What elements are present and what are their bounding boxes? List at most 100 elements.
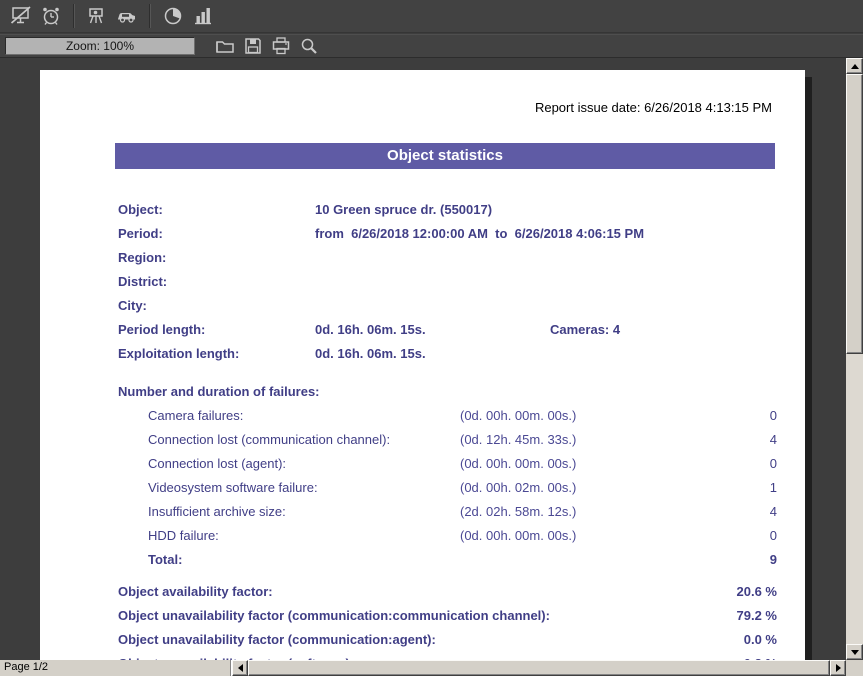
failure-count: 0 (727, 452, 777, 476)
field-label: District: (118, 270, 315, 294)
camera-button[interactable] (83, 2, 111, 30)
field-label: City: (118, 294, 315, 318)
failure-label: Camera failures: (148, 404, 460, 428)
failures-heading: Number and duration of failures: (118, 380, 777, 404)
report-title-banner: Object statistics (115, 143, 775, 169)
vertical-scroll-thumb[interactable] (846, 74, 863, 354)
scroll-right-button[interactable] (830, 660, 846, 676)
failures-table: Camera failures: (0d. 00h. 00m. 00s.) 0 … (118, 404, 777, 572)
field-value: 0d. 16h. 06m. 15s. (315, 342, 426, 366)
field-city: City: (118, 294, 777, 318)
factor-label: Object availability factor: (118, 580, 707, 604)
monitor-button[interactable] (7, 2, 35, 30)
table-row: Insufficient archive size: (2d. 02h. 58m… (118, 500, 777, 524)
car-icon (116, 5, 138, 27)
toolbar-separator (149, 4, 151, 28)
page-indicator: Page 1/2 (0, 660, 230, 676)
alarm-clock-icon (40, 5, 62, 27)
total-label: Total: (148, 548, 727, 572)
pie-chart-icon (162, 5, 184, 27)
factor-row: Object availability factor: 20.6 % (118, 580, 777, 604)
factor-label: Object unavailability factor (software): (118, 652, 707, 660)
field-district: District: (118, 270, 777, 294)
table-row: HDD failure: (0d. 00h. 00m. 00s.) 0 (118, 524, 777, 548)
field-region: Region: (118, 246, 777, 270)
zoom-level[interactable]: Zoom: 100% (5, 37, 195, 55)
summary-fields: Object: 10 Green spruce dr. (550017) Per… (118, 198, 777, 366)
factor-label: Object unavailability factor (communicat… (118, 604, 707, 628)
failure-count: 4 (727, 428, 777, 452)
status-bar: Page 1/2 (0, 660, 863, 676)
field-label: Period: (118, 222, 315, 246)
field-label: Object: (118, 198, 315, 222)
scrollbar-corner (846, 660, 863, 676)
field-value: 10 Green spruce dr. (550017) (315, 198, 492, 222)
horizontal-scroll-thumb[interactable] (248, 660, 830, 676)
failure-count: 0 (727, 404, 777, 428)
bar-chart-button[interactable] (189, 2, 217, 30)
field-label: Region: (118, 246, 315, 270)
scroll-up-button[interactable] (846, 58, 863, 74)
failure-duration: (0d. 00h. 00m. 00s.) (460, 452, 727, 476)
failure-label: Videosystem software failure: (148, 476, 460, 500)
failure-label: HDD failure: (148, 524, 460, 548)
cameras-count: Cameras: 4 (550, 318, 620, 342)
failure-label: Connection lost (communication channel): (148, 428, 460, 452)
save-icon (243, 36, 263, 56)
left-arrow-icon (238, 664, 243, 672)
main-toolbar (0, 0, 863, 33)
preview-button[interactable] (296, 35, 322, 57)
report-issue-date: Report issue date: 6/26/2018 4:13:15 PM (40, 100, 772, 116)
table-row: Connection lost (agent): (0d. 00h. 00m. … (118, 452, 777, 476)
report-viewer-window: Zoom: 100% (0, 0, 863, 676)
field-label: Period length: (118, 318, 315, 342)
failure-duration: (0d. 00h. 02m. 00s.) (460, 476, 727, 500)
field-period-length: Period length: 0d. 16h. 06m. 15s. Camera… (118, 318, 777, 342)
print-icon (271, 36, 291, 56)
factor-value: 20.6 % (707, 580, 777, 604)
scroll-down-button[interactable] (846, 644, 863, 660)
failure-duration: (2d. 02h. 58m. 12s.) (460, 500, 727, 524)
table-row: Camera failures: (0d. 00h. 00m. 00s.) 0 (118, 404, 777, 428)
vertical-scrollbar[interactable] (846, 58, 863, 660)
failure-count: 4 (727, 500, 777, 524)
alarm-clock-button[interactable] (37, 2, 65, 30)
horizontal-scrollbar[interactable] (232, 660, 846, 676)
failure-duration: (0d. 00h. 00m. 00s.) (460, 524, 727, 548)
car-button[interactable] (113, 2, 141, 30)
report-title: Object statistics (387, 147, 503, 164)
scroll-left-button[interactable] (232, 660, 248, 676)
viewer-toolbar: Zoom: 100% (0, 34, 863, 58)
report-preview-area: Report issue date: 6/26/2018 4:13:15 PM … (0, 58, 846, 660)
bar-chart-icon (192, 5, 214, 27)
pie-chart-button[interactable] (159, 2, 187, 30)
factor-row: Object unavailability factor (software):… (118, 652, 777, 660)
field-value: from 6/26/2018 12:00:00 AM to 6/26/2018 … (315, 222, 644, 246)
up-arrow-icon (851, 64, 859, 69)
factor-value: 79.2 % (707, 604, 777, 628)
factor-row: Object unavailability factor (communicat… (118, 604, 777, 628)
table-row: Connection lost (communication channel):… (118, 428, 777, 452)
field-value: 0d. 16h. 06m. 15s. (315, 318, 426, 342)
failure-duration: (0d. 00h. 00m. 00s.) (460, 404, 727, 428)
factor-row: Object unavailability factor (communicat… (118, 628, 777, 652)
print-button[interactable] (268, 35, 294, 57)
factor-label: Object unavailability factor (communicat… (118, 628, 707, 652)
field-object: Object: 10 Green spruce dr. (550017) (118, 198, 777, 222)
report-page: Report issue date: 6/26/2018 4:13:15 PM … (40, 70, 805, 660)
save-button[interactable] (240, 35, 266, 57)
open-button[interactable] (212, 35, 238, 57)
monitor-off-icon (10, 5, 32, 27)
down-arrow-icon (851, 650, 859, 655)
table-row: Videosystem software failure: (0d. 00h. … (118, 476, 777, 500)
factors-section: Object availability factor: 20.6 % Objec… (118, 580, 777, 660)
failure-count: 0 (727, 524, 777, 548)
factor-value: 0.2 % (707, 652, 777, 660)
right-arrow-icon (836, 664, 841, 672)
report-body: Object: 10 Green spruce dr. (550017) Per… (118, 198, 777, 660)
toolbar-separator (73, 4, 75, 28)
failure-label: Connection lost (agent): (148, 452, 460, 476)
total-count: 9 (727, 548, 777, 572)
failure-count: 1 (727, 476, 777, 500)
failure-label: Insufficient archive size: (148, 500, 460, 524)
